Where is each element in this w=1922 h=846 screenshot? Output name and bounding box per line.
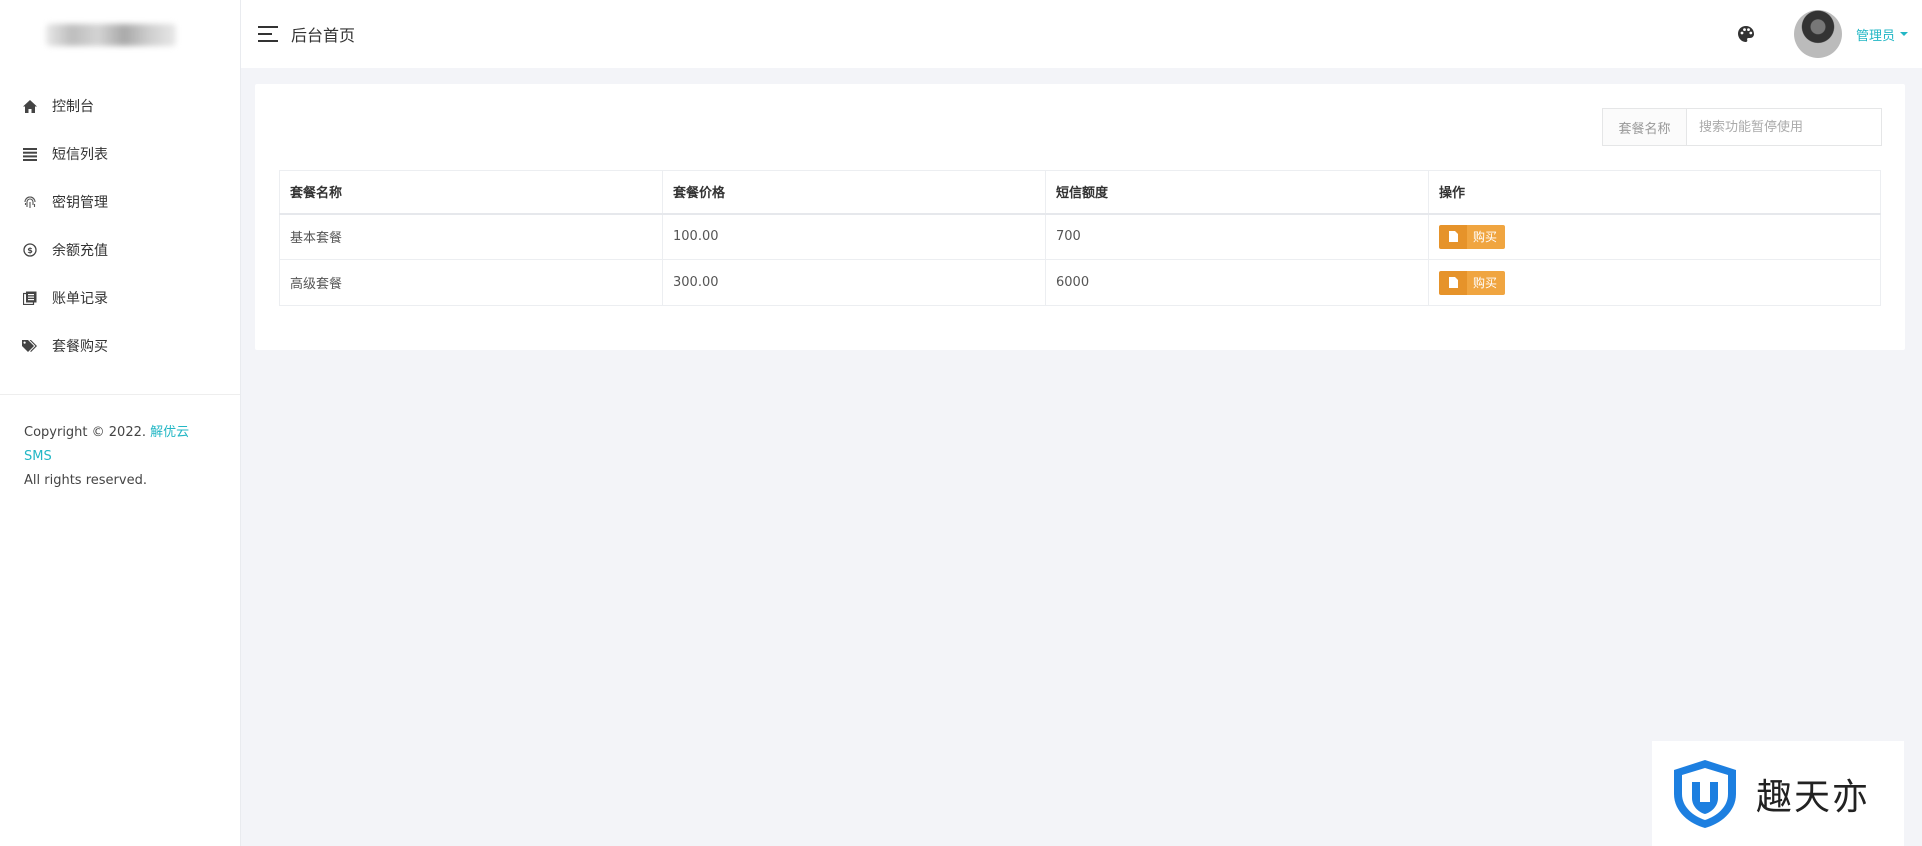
package-action: 购买: [1428, 259, 1881, 306]
search-group: 套餐名称: [1602, 108, 1882, 146]
sidebar-item-label: 套餐购买: [52, 339, 108, 355]
sidebar-item-label: 余额充值: [52, 243, 108, 259]
search-label: 套餐名称: [1603, 109, 1687, 145]
logo[interactable]: [0, 0, 240, 82]
home-icon: [22, 98, 38, 114]
sidebar-item-label: 短信列表: [52, 147, 108, 163]
buy-button-label: 购买: [1467, 270, 1506, 295]
column-header-name: 套餐名称: [279, 170, 663, 215]
package-price: 100.00: [662, 213, 1046, 260]
package-name: 高级套餐: [279, 259, 663, 306]
svg-text:$: $: [27, 246, 33, 255]
sidebar-item-label: 控制台: [52, 99, 94, 115]
sidebar-item-label: 账单记录: [52, 291, 108, 307]
copyright-suffix: All rights reserved.: [24, 473, 147, 488]
document-icon: [1439, 224, 1467, 249]
package-action: 购买: [1428, 213, 1881, 260]
menu-toggle-icon[interactable]: [258, 26, 278, 42]
document-icon: [1439, 270, 1467, 295]
tags-icon: [22, 338, 38, 354]
logo-image: [46, 24, 176, 46]
copyright: Copyright © 2022. 解优云SMS All rights rese…: [0, 395, 240, 493]
shield-icon: [1674, 759, 1736, 828]
column-header-price: 套餐价格: [662, 170, 1046, 215]
buy-button[interactable]: 购买: [1439, 224, 1506, 249]
sidebar-item-key-management[interactable]: 密钥管理: [0, 178, 240, 226]
user-menu[interactable]: 管理员: [1856, 25, 1908, 44]
column-header-action: 操作: [1428, 170, 1881, 215]
sidebar-item-recharge[interactable]: $ 余额充值: [0, 226, 240, 274]
sidebar: 控制台 短信列表 密钥管理 $ 余额充值 账单记录 套餐购买 Copyright…: [0, 0, 241, 846]
package-quota: 700: [1045, 213, 1429, 260]
header-right: 管理员: [1736, 10, 1908, 58]
fingerprint-icon: [22, 194, 38, 210]
sidebar-item-label: 密钥管理: [52, 195, 108, 211]
user-name: 管理员: [1855, 28, 1895, 44]
page-title: 后台首页: [291, 26, 356, 45]
watermark: 趣天亦: [1652, 741, 1904, 846]
watermark-text: 趣天亦: [1756, 776, 1871, 818]
package-name: 基本套餐: [279, 213, 663, 260]
copyright-prefix: Copyright © 2022.: [24, 425, 151, 440]
table-row: 基本套餐 100.00 700 购买: [279, 213, 1881, 260]
list-icon: [22, 146, 38, 162]
avatar[interactable]: [1793, 10, 1842, 58]
package-table: 套餐名称 套餐价格 短信额度 操作 基本套餐 100.00 700 购买 高级套…: [279, 170, 1881, 306]
table-row: 高级套餐 300.00 6000 购买: [279, 259, 1881, 306]
sidebar-item-sms-list[interactable]: 短信列表: [0, 130, 240, 178]
book-icon: [22, 290, 38, 306]
package-card: 套餐名称 套餐名称 套餐价格 短信额度 操作 基本套餐 100.00 700: [255, 84, 1905, 350]
package-quota: 6000: [1045, 259, 1429, 306]
sidebar-item-billing[interactable]: 账单记录: [0, 274, 240, 322]
sidebar-item-package-purchase[interactable]: 套餐购买: [0, 322, 240, 370]
palette-icon[interactable]: [1736, 24, 1756, 44]
sidebar-item-dashboard[interactable]: 控制台: [0, 82, 240, 130]
package-price: 300.00: [662, 259, 1046, 306]
search-input[interactable]: [1687, 109, 1881, 145]
column-header-quota: 短信额度: [1045, 170, 1429, 215]
sidebar-nav: 控制台 短信列表 密钥管理 $ 余额充值 账单记录 套餐购买: [0, 82, 240, 370]
buy-button[interactable]: 购买: [1439, 270, 1506, 295]
caret-down-icon: [1900, 32, 1908, 36]
buy-button-label: 购买: [1467, 224, 1506, 249]
table-header-row: 套餐名称 套餐价格 短信额度 操作: [279, 170, 1881, 215]
dollar-circle-icon: $: [22, 242, 38, 258]
top-header: 后台首页 管理员: [241, 0, 1922, 68]
